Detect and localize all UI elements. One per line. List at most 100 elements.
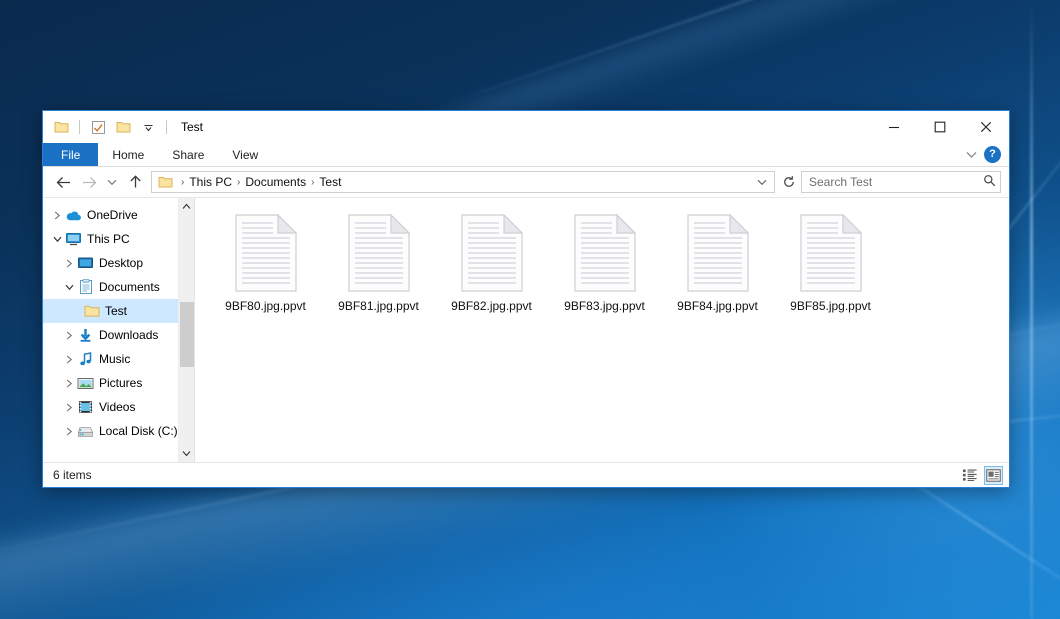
chevron-right-icon[interactable]: [61, 347, 77, 371]
file-name: 9BF85.jpg.ppvt: [790, 299, 871, 313]
sidebar-item-label: Test: [105, 304, 127, 318]
back-button[interactable]: [51, 170, 75, 194]
tab-file[interactable]: File: [43, 143, 98, 166]
window-title: Test: [181, 120, 203, 134]
chevron-right-icon[interactable]: [61, 419, 77, 443]
new-folder-icon[interactable]: [113, 117, 133, 137]
sidebar-item-videos[interactable]: Videos: [43, 395, 178, 419]
chevron-right-icon[interactable]: [61, 251, 77, 275]
maximize-button[interactable]: [917, 111, 963, 143]
address-bar[interactable]: › This PC › Documents › Test: [151, 171, 775, 193]
desktop-icon: [77, 255, 94, 272]
ribbon-right-controls: ?: [960, 143, 1009, 166]
wallpaper-ray-top: [430, 0, 1060, 111]
list-item[interactable]: 9BF83.jpg.ppvt: [548, 212, 661, 313]
sidebar-item-this-pc[interactable]: This PC: [43, 227, 178, 251]
window-controls: [871, 111, 1009, 143]
breadcrumb-this-pc[interactable]: This PC: [186, 175, 235, 189]
file-explorer-window: Test File Home Share View ?: [42, 110, 1010, 488]
list-item[interactable]: 9BF82.jpg.ppvt: [435, 212, 548, 313]
tab-share[interactable]: Share: [158, 143, 218, 166]
minimize-button[interactable]: [871, 111, 917, 143]
search-input[interactable]: [809, 175, 983, 189]
item-count-label: 6 items: [53, 468, 92, 482]
breadcrumb: › This PC › Documents › Test: [157, 174, 752, 191]
generic-file-icon: [235, 214, 297, 292]
close-button[interactable]: [963, 111, 1009, 143]
details-view-button[interactable]: [960, 466, 979, 485]
list-item[interactable]: 9BF80.jpg.ppvt: [209, 212, 322, 313]
view-mode-buttons: [960, 466, 1003, 485]
file-name: 9BF82.jpg.ppvt: [451, 299, 532, 313]
breadcrumb-documents[interactable]: Documents: [242, 175, 309, 189]
sidebar-item-downloads[interactable]: Downloads: [43, 323, 178, 347]
sidebar-item-label: Videos: [99, 400, 135, 414]
recent-locations-button[interactable]: [103, 170, 121, 194]
generic-file-icon: [348, 214, 410, 292]
chevron-right-icon[interactable]: [61, 395, 77, 419]
file-name: 9BF81.jpg.ppvt: [338, 299, 419, 313]
large-icons-view-button[interactable]: [984, 466, 1003, 485]
sidebar-item-local-disk-c[interactable]: Local Disk (C:): [43, 419, 178, 443]
chevron-right-icon[interactable]: [61, 323, 77, 347]
scroll-down-icon[interactable]: [179, 445, 195, 462]
scrollbar-track[interactable]: [179, 215, 195, 445]
explorer-body: OneDrive This PC: [43, 197, 1009, 462]
chevron-right-icon[interactable]: [61, 371, 77, 395]
file-name: 9BF83.jpg.ppvt: [564, 299, 645, 313]
folder-icon: [83, 303, 100, 320]
sidebar-item-label: Documents: [99, 280, 160, 294]
chevron-down-icon[interactable]: [138, 117, 158, 137]
navigation-tree: OneDrive This PC: [43, 198, 178, 462]
help-icon[interactable]: ?: [984, 146, 1001, 163]
file-name: 9BF84.jpg.ppvt: [677, 299, 758, 313]
up-button[interactable]: [123, 170, 147, 194]
chevron-right-icon[interactable]: [49, 203, 65, 227]
sidebar-item-desktop[interactable]: Desktop: [43, 251, 178, 275]
refresh-icon[interactable]: [779, 172, 799, 192]
list-item[interactable]: 9BF85.jpg.ppvt: [774, 212, 887, 313]
forward-button: [77, 170, 101, 194]
cloud-icon: [65, 207, 82, 224]
list-item[interactable]: 9BF81.jpg.ppvt: [322, 212, 435, 313]
sidebar-item-music[interactable]: Music: [43, 347, 178, 371]
chevron-down-icon[interactable]: [61, 275, 77, 299]
folder-icon: [157, 174, 174, 191]
generic-file-icon: [687, 214, 749, 292]
scroll-up-icon[interactable]: [179, 198, 195, 215]
download-icon: [77, 327, 94, 344]
sidebar-item-onedrive[interactable]: OneDrive: [43, 203, 178, 227]
sidebar-item-label: Pictures: [99, 376, 142, 390]
sidebar-item-label: OneDrive: [87, 208, 138, 222]
file-grid: 9BF80.jpg.ppvt 9BF81.jpg.ppvt: [209, 212, 1009, 313]
music-icon: [77, 351, 94, 368]
documents-icon: [77, 279, 94, 296]
sidebar-item-label: Music: [99, 352, 130, 366]
title-bar: Test: [43, 111, 1009, 143]
properties-icon[interactable]: [88, 117, 108, 137]
qat-separator-1: [79, 120, 80, 134]
breadcrumb-separator[interactable]: ›: [236, 177, 241, 188]
breadcrumb-test[interactable]: Test: [316, 175, 344, 189]
navigation-pane-scrollbar[interactable]: [178, 198, 194, 462]
folder-icon[interactable]: [51, 117, 71, 137]
list-item[interactable]: 9BF84.jpg.ppvt: [661, 212, 774, 313]
sidebar-item-label: Local Disk (C:): [99, 424, 178, 438]
scrollbar-thumb[interactable]: [180, 302, 194, 366]
sidebar-item-documents[interactable]: Documents: [43, 275, 178, 299]
sidebar-item-pictures[interactable]: Pictures: [43, 371, 178, 395]
breadcrumb-separator: ›: [180, 177, 185, 188]
chevron-down-icon[interactable]: [49, 227, 65, 251]
search-icon[interactable]: [983, 174, 996, 190]
chevron-down-icon[interactable]: [960, 144, 982, 166]
tab-view[interactable]: View: [218, 143, 272, 166]
search-box[interactable]: [801, 171, 1001, 193]
breadcrumb-separator[interactable]: ›: [310, 177, 315, 188]
sidebar-item-label: This PC: [87, 232, 130, 246]
sidebar-item-test[interactable]: Test: [43, 299, 178, 323]
chevron-down-icon[interactable]: [752, 172, 772, 192]
file-list-area[interactable]: 9BF80.jpg.ppvt 9BF81.jpg.ppvt: [195, 198, 1009, 462]
tab-home[interactable]: Home: [98, 143, 158, 166]
generic-file-icon: [574, 214, 636, 292]
qat-separator-2: [166, 120, 167, 134]
